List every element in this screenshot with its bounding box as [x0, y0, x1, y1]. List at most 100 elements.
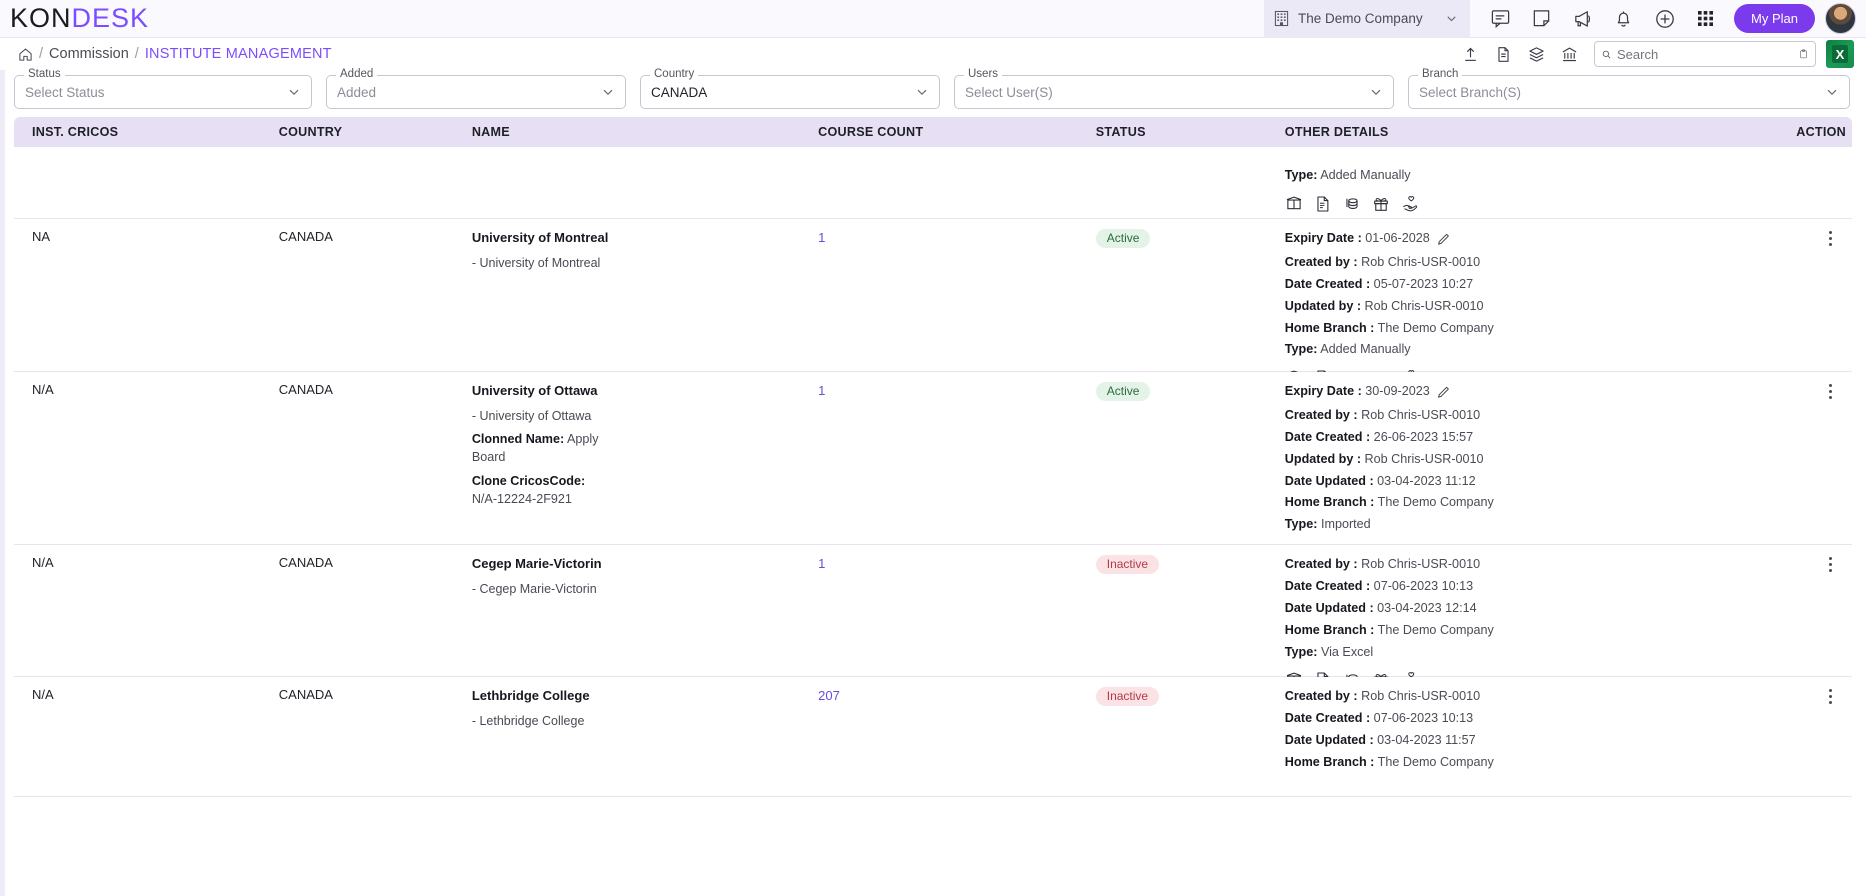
building-icon: [1274, 10, 1289, 27]
edit-pencil-icon[interactable]: [1437, 384, 1451, 399]
filter-status-value: Select Status: [25, 84, 105, 100]
chevron-down-icon: [1447, 16, 1456, 22]
page-toolbar: X: [1454, 38, 1854, 70]
expiry-date-text: Expiry Date : 30-09-2023: [1284, 384, 1430, 398]
company-name: The Demo Company: [1298, 11, 1423, 26]
export-excel-button[interactable]: X: [1826, 40, 1854, 68]
home-icon[interactable]: [18, 47, 33, 62]
company-selector[interactable]: The Demo Company: [1264, 0, 1471, 38]
expiry-date-row: Expiry Date : 01-06-2028: [1285, 229, 1763, 248]
course-count-link[interactable]: 207: [818, 688, 840, 703]
col-inst-cricos: INST. CRICOS: [32, 125, 119, 139]
institute-name[interactable]: University of Montreal: [472, 229, 818, 248]
detail-line: Home Branch : The Demo Company: [1284, 495, 1494, 510]
avatar[interactable]: [1825, 3, 1856, 34]
course-count-link[interactable]: 1: [818, 556, 825, 571]
megaphone-icon[interactable]: [1562, 0, 1603, 38]
app-logo[interactable]: KON DESK: [0, 5, 149, 32]
logo-desk: DESK: [71, 3, 150, 33]
cell-action: [1762, 372, 1852, 544]
course-count-link[interactable]: 1: [818, 230, 825, 245]
cell-name: University of Ottawa - University of Otta…: [472, 372, 818, 544]
breadcrumb-separator-1: /: [39, 46, 44, 62]
cell-inst-cricos: N/A: [32, 382, 54, 397]
table-row[interactable]: N/A CANADA University of Ottawa - Universit…: [14, 372, 1852, 561]
table-row[interactable]: N/A CANADA Cegep Marie-Victorin - Cegep Mar…: [14, 545, 1852, 689]
cell-country: [279, 208, 472, 218]
detail-line: Home Branch : The Demo Company: [1284, 320, 1494, 335]
detail-line: Date Updated : 03-04-2023 11:57: [1284, 732, 1476, 747]
apps-grid-icon[interactable]: [1685, 0, 1726, 38]
cell-status: Inactive: [1095, 677, 1285, 796]
col-course-count: COURSE COUNT: [818, 125, 924, 139]
detail-line: Created by : Rob Chris-USR-0010: [1284, 254, 1481, 269]
edit-pencil-icon[interactable]: [1437, 231, 1451, 246]
cell-other-details: Expiry Date : 01-06-2028 Created by : Rob…: [1284, 219, 1763, 386]
file-info-icon[interactable]: [1487, 38, 1520, 70]
breadcrumb-separator-2: /: [134, 46, 139, 62]
hand-heart-icon[interactable]: [1401, 195, 1419, 218]
col-country: COUNTRY: [278, 125, 343, 139]
cell-status: Inactive: [1095, 545, 1285, 676]
logo-kon: KON: [10, 3, 72, 33]
table-row[interactable]: Type: Added Manually: [14, 147, 1852, 219]
filter-users[interactable]: Users Select User(S): [954, 68, 1394, 109]
institute-name-alias: - University of Ottawa: [471, 408, 592, 423]
detail-line: Date Created : 05-07-2023 10:27: [1284, 276, 1474, 291]
cell-name: [472, 208, 818, 218]
cell-course-count: 1: [818, 372, 1096, 544]
institute-name[interactable]: Lethbridge College: [472, 687, 818, 706]
detail-line: Updated by : Rob Chris-USR-0010: [1284, 451, 1484, 466]
institute-name-alias: - Lethbridge College: [471, 713, 585, 728]
document-icon[interactable]: [1314, 195, 1332, 218]
filter-status[interactable]: Status Select Status: [14, 68, 312, 109]
plus-circle-icon[interactable]: [1644, 0, 1685, 38]
chevron-down-icon: [1827, 89, 1837, 96]
filter-country-value: CANADA: [651, 84, 708, 100]
row-menu-button[interactable]: [1762, 382, 1846, 399]
gift-icon[interactable]: [1372, 195, 1390, 218]
detail-line: Created by : Rob Chris-USR-0010: [1284, 557, 1481, 571]
table-row[interactable]: N/A CANADA Lethbridge College - Lethbridge …: [14, 677, 1852, 797]
bell-icon[interactable]: [1603, 0, 1644, 38]
chat-icon[interactable]: [1480, 0, 1521, 38]
filter-users-label: Users: [964, 68, 1003, 80]
detail-line: Date Created : 26-06-2023 15:57: [1284, 429, 1474, 444]
search-box[interactable]: [1594, 41, 1816, 67]
upload-icon[interactable]: [1454, 38, 1487, 70]
filter-branch[interactable]: Branch Select Branch(S): [1408, 68, 1850, 109]
row-menu-button[interactable]: [1762, 229, 1846, 246]
excel-icon: X: [1832, 45, 1848, 63]
detail-line: Updated by : Rob Chris-USR-0010: [1284, 298, 1484, 313]
cell-other-details: Created by : Rob Chris-USR-0010 Date Crea…: [1285, 677, 1763, 796]
clipboard-icon[interactable]: [1799, 47, 1808, 61]
cell-status: [1096, 208, 1285, 218]
course-count-link[interactable]: 1: [818, 383, 825, 398]
search-input[interactable]: [1617, 46, 1793, 62]
chevron-down-icon: [603, 89, 613, 96]
book-icon[interactable]: [1285, 195, 1303, 218]
my-plan-button[interactable]: My Plan: [1734, 4, 1815, 33]
stack-icon[interactable]: [1520, 38, 1553, 70]
bank-icon[interactable]: [1553, 38, 1586, 70]
filter-added[interactable]: Added Added: [326, 68, 626, 109]
col-name: NAME: [471, 125, 510, 139]
note-icon[interactable]: [1521, 0, 1562, 38]
coins-icon[interactable]: [1343, 195, 1361, 218]
filter-country[interactable]: Country CANADA: [640, 68, 940, 109]
table-row[interactable]: NA CANADA University of Montreal - Universi…: [14, 219, 1852, 386]
cell-action: [1762, 208, 1852, 218]
detail-line: Type: Added Manually: [1284, 342, 1411, 357]
breadcrumb-parent[interactable]: Commission: [49, 46, 129, 62]
col-status: STATUS: [1095, 125, 1146, 139]
institute-name[interactable]: Cegep Marie-Victorin: [472, 555, 818, 574]
status-badge: Inactive: [1095, 687, 1160, 706]
detail-line: Date Updated : 03-04-2023 12:14: [1284, 600, 1477, 615]
row-menu-button[interactable]: [1762, 687, 1846, 704]
row-menu-button[interactable]: [1762, 555, 1846, 572]
institute-name[interactable]: University of Ottawa: [472, 382, 818, 401]
cell-course-count: 1: [818, 219, 1096, 371]
status-badge: Active: [1095, 229, 1151, 248]
detail-line: Date Created : 07-06-2023 10:13: [1284, 578, 1474, 593]
cell-status: Active: [1095, 219, 1285, 371]
